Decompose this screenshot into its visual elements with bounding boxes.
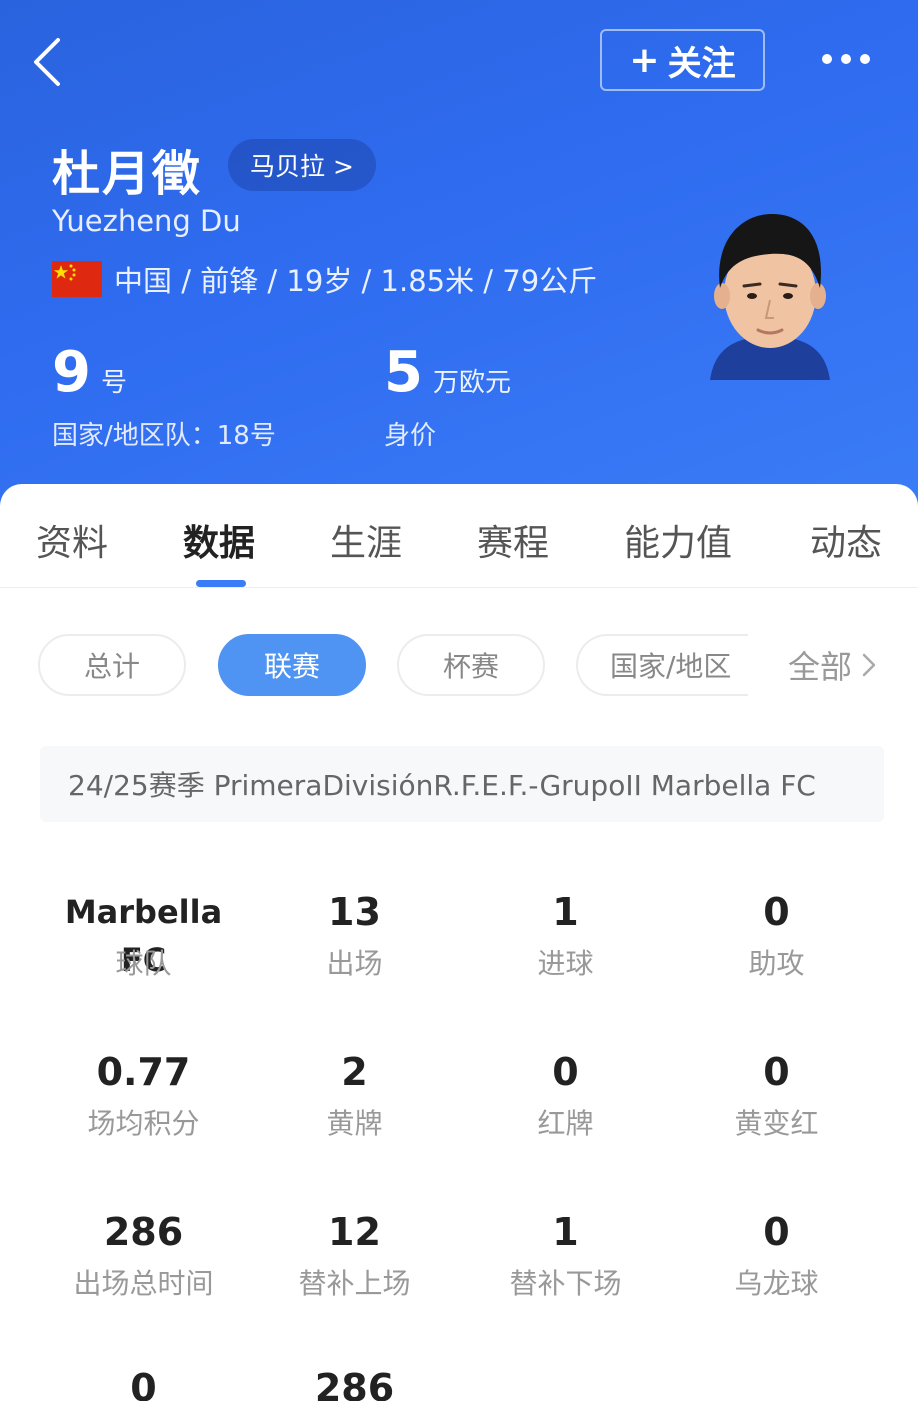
follow-label: 关注 (667, 43, 736, 84)
stat-label: 乌龙球 (734, 1267, 819, 1300)
shirt-number: 9 (52, 340, 91, 405)
tab-bar: 资料 数据 生涯 赛程 能力值 动态 (0, 484, 918, 588)
stat-label: 球队 (115, 947, 172, 980)
season-selector[interactable]: 24/25赛季 PrimeraDivisiónR.F.E.F.-GrupoII … (40, 746, 884, 822)
dot-icon (841, 54, 851, 64)
stat-value: 286 (314, 1366, 395, 1401)
stat-value: Marbella FC (64, 893, 223, 979)
stat-value: 0 (130, 1366, 157, 1401)
player-avatar (710, 214, 830, 380)
plus-icon: + (629, 39, 660, 81)
stat-label: 黄牌 (326, 1107, 383, 1140)
stat-assists: 0 助攻 (671, 888, 882, 982)
player-meta: 中国 / 前锋 / 19岁 / 1.85米 / 79公斤 (52, 259, 597, 299)
chevron-left-icon (34, 38, 60, 86)
stat-label: 出场总时间 (73, 1267, 214, 1300)
stat-minutes-played: 286 出场总时间 (38, 1208, 249, 1302)
stat-label: 替补上场 (298, 1267, 411, 1300)
stats-panel: 资料 数据 生涯 赛程 能力值 动态 总计 联赛 杯赛 国家/地区 全部 24/… (0, 484, 918, 1401)
stat-label: 替补下场 (509, 1267, 622, 1300)
stat-value: 0 (552, 1050, 579, 1094)
stat-label: 进球 (537, 947, 594, 980)
follow-button[interactable]: + 关注 (600, 29, 765, 91)
stat-partial: 286 (249, 1364, 460, 1401)
stat-value: 0.77 (96, 1050, 191, 1094)
stat-value: 0 (763, 1050, 790, 1094)
more-options-button[interactable] (822, 44, 882, 74)
active-tab-indicator (196, 580, 246, 587)
chip-cup[interactable]: 杯赛 (397, 634, 545, 696)
tab-ability[interactable]: 能力值 (624, 514, 732, 566)
stat-appearances: 13 出场 (249, 888, 460, 982)
player-header: + 关注 杜月徵 马贝拉 > Yuezheng Du 中国 / 前锋 / 19岁… (0, 0, 918, 520)
stat-value: 0 (763, 890, 790, 934)
filter-chips: 总计 联赛 杯赛 国家/地区 全部 (0, 634, 918, 696)
stat-sub-out: 1 替补下场 (460, 1208, 671, 1302)
tab-profile[interactable]: 资料 (36, 514, 108, 566)
player-english-name: Yuezheng Du (52, 204, 241, 238)
chip-national[interactable]: 国家/地区 (576, 634, 748, 696)
tab-news[interactable]: 动态 (810, 514, 882, 566)
stat-value: 13 (328, 890, 381, 934)
shirt-number-unit: 号 (100, 368, 127, 398)
stat-red-cards: 0 红牌 (460, 1048, 671, 1142)
dot-icon (860, 54, 870, 64)
all-filters-label: 全部 (788, 648, 853, 686)
chip-league[interactable]: 联赛 (218, 634, 366, 696)
national-team-number: 国家/地区队：18号 (52, 421, 276, 451)
market-value: 5 (384, 340, 423, 405)
dot-icon (822, 54, 832, 64)
shirt-number-block: 9号 国家/地区队：18号 (52, 340, 276, 452)
chevron-right-icon (862, 653, 876, 677)
stat-label: 出场 (326, 947, 383, 980)
market-value-label: 身价 (384, 421, 437, 451)
stat-value: 0 (763, 1210, 790, 1254)
stat-value: 1 (552, 890, 579, 934)
chip-total[interactable]: 总计 (38, 634, 186, 696)
stat-value: 1 (552, 1210, 579, 1254)
stat-value: 286 (103, 1210, 184, 1254)
stat-label: 场均积分 (87, 1107, 200, 1140)
stat-value: 2 (341, 1050, 368, 1094)
stat-sub-in: 12 替补上场 (249, 1208, 460, 1302)
stat-value: 12 (328, 1210, 381, 1254)
stat-yellow-cards: 2 黄牌 (249, 1048, 460, 1142)
stat-own-goals: 0 乌龙球 (671, 1208, 882, 1302)
tab-data[interactable]: 数据 (183, 514, 255, 566)
back-button[interactable] (28, 34, 72, 90)
china-flag-icon (52, 261, 102, 297)
stat-label: 黄变红 (734, 1107, 819, 1140)
tab-schedule[interactable]: 赛程 (477, 514, 549, 566)
player-meta-text: 中国 / 前锋 / 19岁 / 1.85米 / 79公斤 (114, 264, 598, 298)
tab-career[interactable]: 生涯 (330, 514, 402, 566)
stat-second-yellow: 0 黄变红 (671, 1048, 882, 1142)
stat-points-per-game: 0.77 场均积分 (38, 1048, 249, 1142)
stat-team: Marbella FC 球队 (38, 888, 249, 982)
market-value-unit: 万欧元 (432, 368, 511, 398)
stat-partial: 0 (38, 1364, 249, 1401)
stat-goals: 1 进球 (460, 888, 671, 982)
stat-label: 助攻 (748, 947, 805, 980)
club-link[interactable]: 马贝拉 > (228, 139, 376, 191)
market-value-block: 5 万欧元 身价 (384, 340, 511, 452)
player-name: 杜月徵 (52, 146, 203, 202)
stat-label: 红牌 (537, 1107, 594, 1140)
all-filters-button[interactable]: 全部 (788, 642, 876, 688)
